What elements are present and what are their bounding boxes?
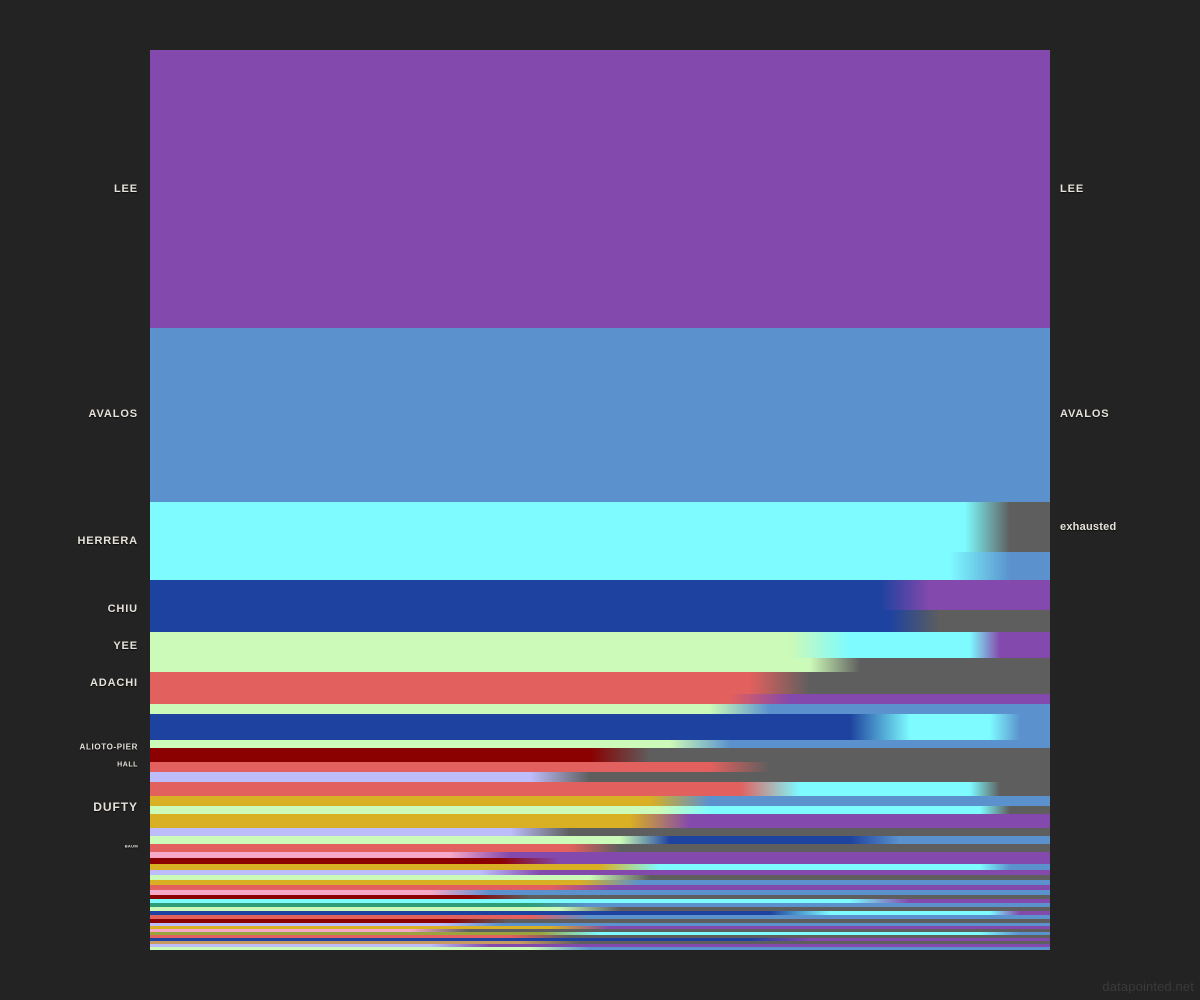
axis-label-dufty: DUFTY <box>93 800 138 814</box>
visualization-stage: LEE AVALOS HERRERA CHIU YEE ADACHI ALIOTO-PIER… <box>0 0 1200 1000</box>
axis-label-alioto-pier: ALIOTO-PIER <box>79 742 138 752</box>
vote-flow-band <box>150 50 1050 328</box>
vote-flow-band <box>150 672 1050 694</box>
vote-flow-band <box>150 806 1050 814</box>
vote-flow-band <box>150 658 1050 672</box>
vote-flow-band <box>150 947 1050 950</box>
vote-flow-band <box>150 836 1050 844</box>
axis-label-adachi: ADACHI <box>89 677 138 689</box>
vote-flow-plot <box>150 50 1050 950</box>
vote-flow-band <box>150 748 1050 762</box>
vote-flow-band <box>150 814 1050 828</box>
axis-label-yee: YEE <box>113 640 138 652</box>
axis-label-baum: BAUM <box>124 843 138 849</box>
axis-label-lee: LEE <box>113 183 138 195</box>
vote-flow-band <box>150 782 1050 796</box>
vote-flow-band <box>150 714 1050 740</box>
vote-flow-band <box>150 740 1050 748</box>
vote-flow-band <box>150 704 1050 714</box>
vote-flow-band <box>150 580 1050 610</box>
vote-flow-band <box>150 844 1050 852</box>
vote-flow-band <box>150 796 1050 806</box>
vote-flow-band <box>150 502 1050 552</box>
axis-label-chiu: CHIU <box>107 603 138 615</box>
axis-label-hall: HALL <box>117 761 138 769</box>
vote-flow-band <box>150 762 1050 772</box>
axis-label-avalos: AVALOS <box>88 408 138 420</box>
watermark: datapointed.net <box>1102 979 1194 994</box>
vote-flow-band <box>150 552 1050 580</box>
vote-flow-band <box>150 828 1050 836</box>
vote-flow-band <box>150 694 1050 704</box>
axis-label-lee: LEE <box>1060 183 1085 195</box>
axis-label-avalos: AVALOS <box>1060 408 1110 420</box>
vote-flow-band <box>150 772 1050 782</box>
axis-label-exhausted: exhausted <box>1060 521 1117 533</box>
axis-label-herrera: HERRERA <box>77 535 138 547</box>
vote-flow-band <box>150 632 1050 658</box>
vote-flow-band <box>150 610 1050 632</box>
vote-flow-band <box>150 328 1050 502</box>
